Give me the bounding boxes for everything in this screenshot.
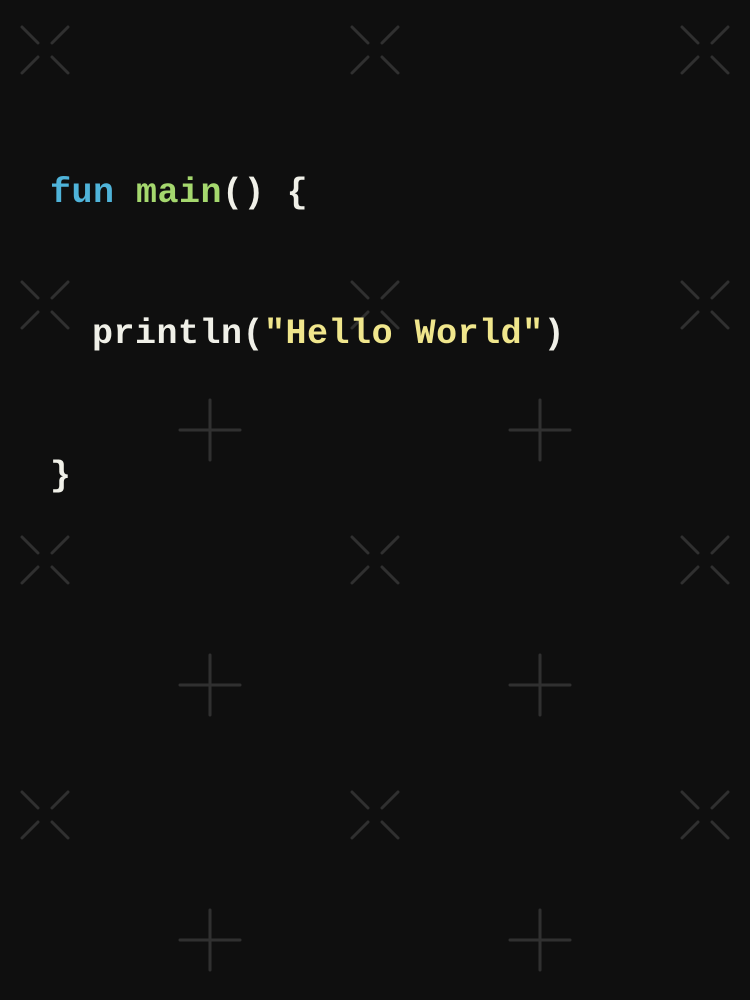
function-name-main: main [136,173,222,213]
code-line-1: fun main() { [50,170,700,217]
watermark-x-icon [340,780,410,850]
code-line-3: } [50,453,700,500]
parentheses: () [222,173,265,213]
identifier-println: println [92,314,243,354]
watermark-plus-icon [505,905,575,975]
watermark-plus-icon [505,650,575,720]
watermark-plus-icon [175,650,245,720]
brace-open: { [287,173,309,213]
paren-open: ( [243,314,265,354]
paren-close: ) [544,314,566,354]
watermark-x-icon [670,780,740,850]
code-line-2: println("Hello World") [50,311,700,358]
code-snippet: fun main() { println("Hello World") } [0,0,750,548]
string-literal: "Hello World" [264,314,544,354]
watermark-x-icon [10,780,80,850]
brace-close: } [50,456,72,496]
watermark-plus-icon [175,905,245,975]
keyword-fun: fun [50,173,115,213]
